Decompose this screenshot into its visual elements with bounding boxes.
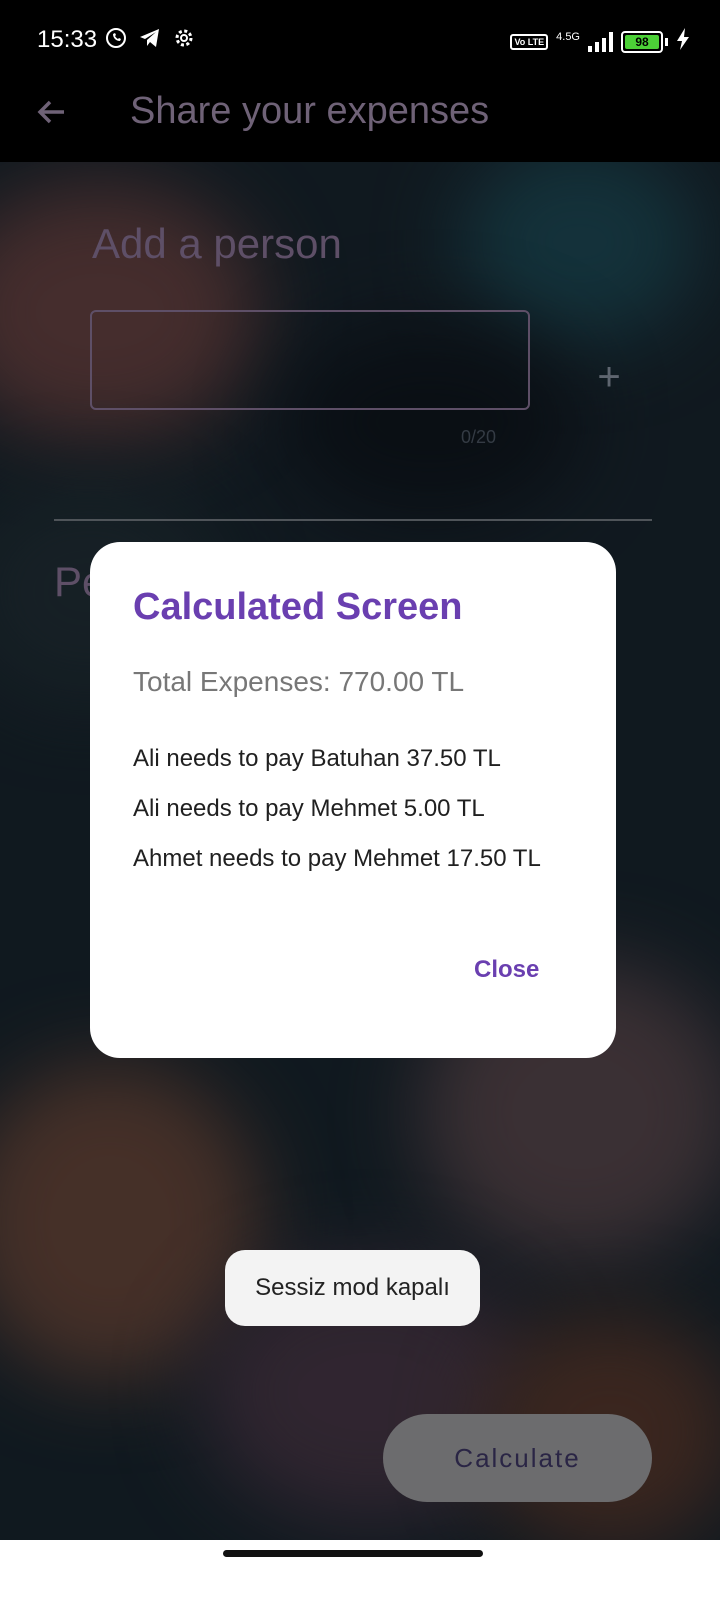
charging-icon [676,28,690,55]
telegram-icon [138,26,162,50]
calculate-button[interactable]: Calculate [383,1414,652,1502]
toast-message: Sessiz mod kapalı [225,1250,480,1326]
signal-icon [588,31,613,52]
notification-icons [104,26,196,50]
calculated-dialog: Calculated Screen Total Expenses: 770.00… [90,542,616,1058]
plus-icon[interactable]: + [592,357,626,397]
home-indicator[interactable] [223,1550,483,1557]
person-name-input[interactable] [90,310,530,410]
volte-badge: Vo LTE [510,33,549,50]
close-button[interactable]: Close [474,956,539,984]
arrow-left-icon[interactable] [34,94,70,130]
settings-icon [172,26,196,50]
network-type: 4.5G [556,30,580,43]
add-person-heading: Add a person [92,220,342,267]
battery-level: 98 [635,34,649,49]
battery-icon: 98 [621,30,663,53]
system-indicators: Vo LTE 4.5G 98 [510,28,690,55]
char-counter: 0/20 [461,427,497,447]
list-item: Ahmet needs to pay Mehmet 17.50 TL [133,845,541,872]
status-bar: 15:33 Vo LTE 4.5G 98 [0,0,720,80]
status-time: 15:33 [37,26,98,53]
navigation-bar [0,1540,720,1600]
divider [54,519,652,521]
list-item: Ali needs to pay Batuhan 37.50 TL [133,745,501,772]
app-bar: Share your expenses [0,80,720,164]
settlement-list: Ali needs to pay Batuhan 37.50 TL Ali ne… [133,744,541,894]
list-item: Ali needs to pay Mehmet 5.00 TL [133,795,485,822]
total-expenses: Total Expenses: 770.00 TL [133,666,465,697]
battery-nub [665,37,668,46]
page-title: Share your expenses [130,90,490,132]
whatsapp-icon [104,26,128,50]
dialog-title: Calculated Screen [133,586,463,628]
